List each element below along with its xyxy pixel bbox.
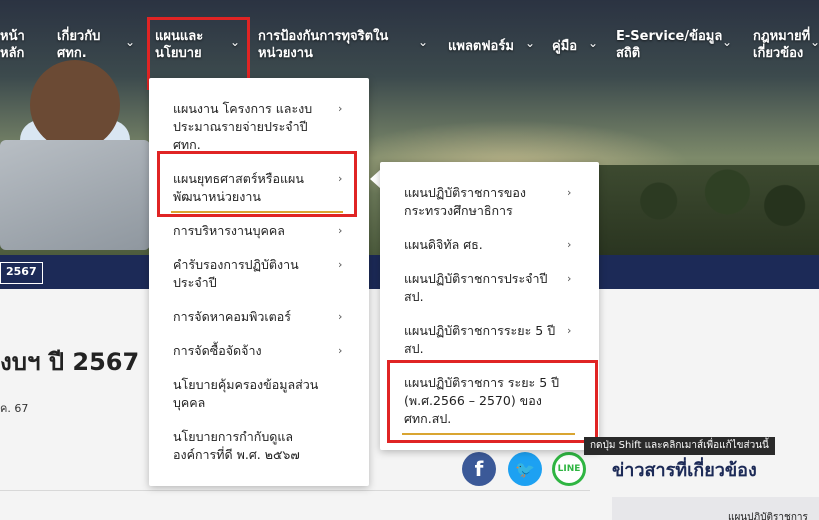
nav-item-about[interactable]: เกี่ยวกับ ศทก. ⌄ (57, 28, 135, 62)
highlight-box (157, 151, 357, 217)
nav-item-label: ศทก. (57, 46, 87, 61)
nav-item-label: E-Service/ข้อมูล (616, 29, 723, 44)
chevron-down-icon: ⌄ (810, 35, 819, 49)
chevron-down-icon: ⌄ (588, 36, 599, 50)
submenu-item-label: นโยบายการกำกับดูแล องค์การที่ดี พ.ศ. ๒๕๖… (173, 429, 300, 462)
subsubmenu-item-label: แผนปฏิบัติราชการของ กระทรวงศึกษาธิการ (404, 185, 526, 218)
related-news-card-text: แผนปฏิบัติราชการ (728, 512, 808, 520)
nav-item-label: สถิติ (616, 46, 641, 61)
nav-item-anti-corruption[interactable]: การป้องกันการทุจริตใน หน่วยงาน ⌄ (258, 28, 428, 62)
submenu-item[interactable]: การบริหารงานบุคคล › (173, 222, 342, 240)
nav-item-label: หน่วยงาน (258, 46, 313, 61)
nav-item-home[interactable]: หน้า หลัก (0, 28, 25, 62)
submenu-item[interactable]: การจัดหาคอมพิวเตอร์ › (173, 308, 342, 326)
highlight-box (387, 360, 598, 443)
divider (0, 490, 590, 491)
subsubmenu-item[interactable]: แผนปฏิบัติราชการประจำปี สป. › (404, 270, 571, 306)
subsubmenu-item-label: แผนปฏิบัติราชการระยะ 5 ปี สป. (404, 323, 556, 356)
nav-item-label: หน้า (0, 29, 25, 44)
submenu-plans-policy: แผนงาน โครงการ และงบ ประมาณรายจ่ายประจำป… (149, 78, 369, 486)
subsubmenu-item[interactable]: แผนปฏิบัติราชการระยะ 5 ปี สป. › (404, 322, 571, 358)
submenu-item[interactable]: นโยบายคุ้มครองข้อมูลส่วน บุคคล (173, 376, 338, 412)
main-nav: หน้า หลัก เกี่ยวกับ ศทก. ⌄ แผนและ นโยบาย… (0, 0, 819, 78)
nav-item-label: คู่มือ (552, 39, 578, 54)
submenu-item[interactable]: นโยบายการกำกับดูแล องค์การที่ดี พ.ศ. ๒๕๖… (173, 428, 338, 464)
chevron-down-icon: ⌄ (418, 35, 429, 49)
submenu-item-label: คำรับรองการปฏิบัติงาน ประจำปี (173, 257, 299, 290)
chevron-right-icon: › (567, 186, 572, 199)
chevron-right-icon: › (338, 102, 343, 115)
hero-laptop (0, 140, 150, 250)
nav-item-law[interactable]: กฎหมายที่ เกี่ยวข้อง ⌄ (753, 28, 819, 62)
subsubmenu-item[interactable]: แผนปฏิบัติราชการของ กระทรวงศึกษาธิการ › (404, 184, 571, 220)
chevron-down-icon: ⌄ (125, 35, 136, 49)
chevron-right-icon: › (567, 324, 572, 337)
breadcrumb[interactable]: 2567 (0, 262, 43, 284)
page-title: งบฯ ปี 2567 (0, 348, 140, 376)
chevron-right-icon: › (567, 238, 572, 251)
nav-item-label: หลัก (0, 46, 25, 61)
chevron-right-icon: › (338, 258, 343, 271)
submenu-item-label: แผนงาน โครงการ และงบ ประมาณรายจ่ายประจำป… (173, 101, 313, 152)
submenu-item-label: นโยบายคุ้มครองข้อมูลส่วน บุคคล (173, 377, 319, 410)
nav-item-label: แพลตฟอร์ม (448, 39, 514, 54)
facebook-icon: f (474, 457, 484, 481)
nav-item-label: กฎหมายที่ (753, 29, 811, 44)
chevron-right-icon: › (338, 344, 343, 357)
nav-item-label: เกี่ยวกับ (57, 29, 101, 44)
chevron-right-icon: › (338, 310, 343, 323)
submenu-pointer (370, 170, 380, 188)
line-share-button[interactable]: LINE (552, 452, 586, 486)
submenu-item[interactable]: แผนงาน โครงการ และงบ ประมาณรายจ่ายประจำป… (173, 100, 342, 154)
page-date: ค. 67 (0, 402, 29, 415)
submenu-item-label: การจัดซื้อจัดจ้าง (173, 343, 262, 358)
submenu-item[interactable]: คำรับรองการปฏิบัติงาน ประจำปี › (173, 256, 342, 292)
related-news-card[interactable]: แผนปฏิบัติราชการ (612, 497, 819, 520)
chevron-right-icon: › (338, 224, 343, 237)
nav-item-manual[interactable]: คู่มือ ⌄ (552, 36, 598, 55)
twitter-share-button[interactable]: 🐦 (508, 452, 542, 486)
line-icon: LINE (557, 464, 581, 474)
hero-trees (590, 165, 819, 255)
submenu-item-label: การจัดหาคอมพิวเตอร์ (173, 309, 291, 324)
nav-item-e-service[interactable]: E-Service/ข้อมูล สถิติ ⌄ (616, 28, 732, 62)
subsubmenu-item-label: แผนดิจิทัล ศธ. (404, 237, 483, 252)
twitter-icon: 🐦 (515, 459, 535, 479)
nav-item-platform[interactable]: แพลตฟอร์ม ⌄ (448, 36, 535, 55)
submenu-item-label: การบริหารงานบุคคล (173, 223, 285, 238)
related-news-title: ข่าวสารที่เกี่ยวข้อง (612, 460, 757, 481)
subsubmenu-item[interactable]: แผนดิจิทัล ศธ. › (404, 236, 571, 254)
nav-item-label: เกี่ยวข้อง (753, 46, 804, 61)
subsubmenu-item-label: แผนปฏิบัติราชการประจำปี สป. (404, 271, 548, 304)
chevron-right-icon: › (567, 272, 572, 285)
facebook-share-button[interactable]: f (462, 452, 496, 486)
chevron-down-icon: ⌄ (525, 36, 536, 50)
tooltip: กดปุ่ม Shift และคลิกเมาส์เพื่อแก้ไขส่วนน… (584, 437, 775, 455)
chevron-down-icon: ⌄ (722, 35, 733, 49)
submenu-item[interactable]: การจัดซื้อจัดจ้าง › (173, 342, 342, 360)
nav-item-label: การป้องกันการทุจริตใน (258, 29, 389, 44)
